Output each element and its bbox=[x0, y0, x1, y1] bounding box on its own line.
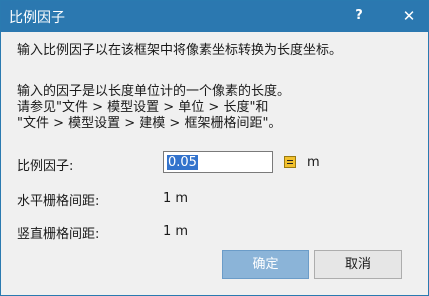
close-button[interactable]: ✕ bbox=[398, 5, 420, 27]
info-line-3: "文件 > 模型设置 > 建模 > 框架栅格间距"。 bbox=[17, 116, 282, 131]
horizontal-spacing-label: 水平栅格间距: bbox=[17, 194, 100, 209]
description-text: 输入比例因子以在该框架中将像素坐标转换为长度坐标。 bbox=[17, 43, 343, 58]
ok-button[interactable]: 确定 bbox=[222, 250, 309, 279]
scale-factor-value: 0.05 bbox=[167, 155, 198, 170]
scale-factor-label: 比例因子: bbox=[17, 159, 74, 174]
help-button[interactable]: ? bbox=[348, 5, 370, 27]
scale-unit: m bbox=[307, 155, 320, 170]
vertical-spacing-value: 1 m bbox=[163, 224, 189, 239]
scale-factor-dialog: 比例因子 ? ✕ 输入比例因子以在该框架中将像素坐标转换为长度坐标。 输入的因子… bbox=[0, 0, 429, 296]
equals-icon[interactable] bbox=[284, 156, 296, 168]
horizontal-spacing-value: 1 m bbox=[163, 191, 189, 206]
vertical-spacing-label: 竖直栅格间距: bbox=[17, 227, 100, 242]
cancel-button[interactable]: 取消 bbox=[314, 250, 402, 279]
title-bar: 比例因子 ? ✕ bbox=[1, 1, 428, 32]
scale-factor-input[interactable]: 0.05 bbox=[163, 151, 273, 173]
dialog-title: 比例因子 bbox=[9, 10, 65, 26]
